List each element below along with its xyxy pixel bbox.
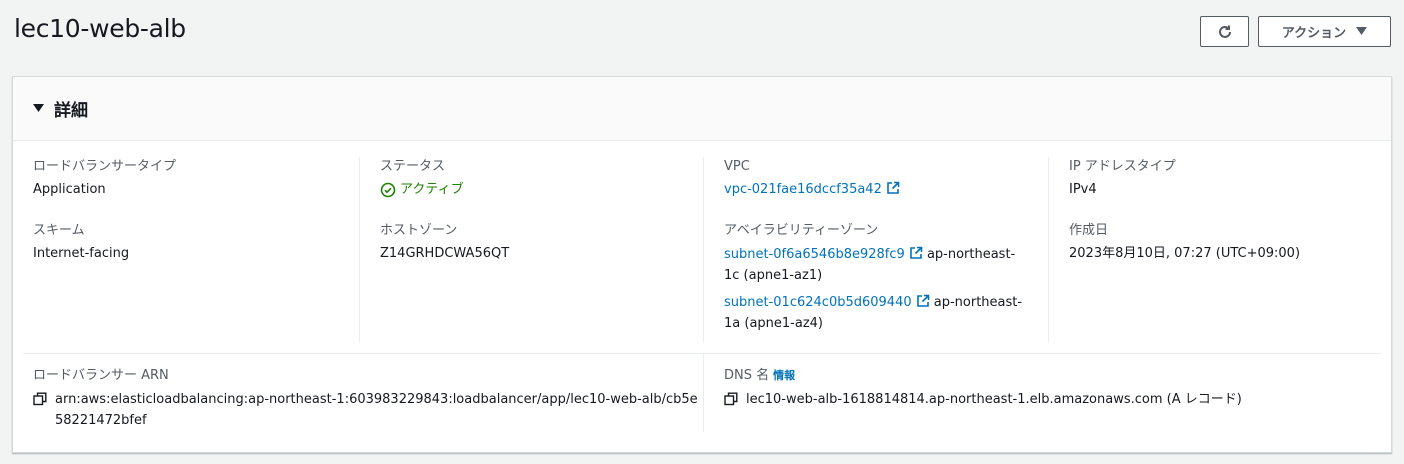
subnet-link[interactable]: subnet-0f6a6546b8e928fc9	[724, 247, 905, 262]
details-column-4: IP アドレスタイプ IPv4 作成日 2023年8月10日, 07:27 (U…	[1048, 157, 1378, 342]
hosted-zone-value: Z14GRHDCWA56QT	[380, 246, 510, 261]
details-title: 詳細	[54, 101, 88, 121]
copy-icon[interactable]	[724, 392, 738, 406]
actions-dropdown-button[interactable]: アクション	[1258, 16, 1391, 47]
external-link-icon[interactable]	[909, 246, 923, 260]
actions-label: アクション	[1281, 26, 1347, 41]
status-label: ステータス	[380, 159, 446, 174]
caret-down-icon	[1356, 27, 1368, 35]
lb-type-value: Application	[33, 182, 106, 197]
hosted-zone-field: ホストゾーン Z14GRHDCWA56QT	[380, 221, 704, 263]
details-column-2: ステータス アクティブ ホストゾーン Z14GRHDCWA56QT	[359, 157, 704, 342]
details-grid: ロードバランサータイプ Application スキーム Internet-fa…	[13, 141, 1391, 353]
status-field: ステータス アクティブ	[380, 157, 704, 199]
dns-copy-row: lec10-web-alb-1618814814.ap-northeast-1.…	[724, 389, 1383, 410]
refresh-button[interactable]	[1200, 16, 1249, 47]
created-field: 作成日 2023年8月10日, 07:27 (UTC+09:00)	[1069, 221, 1378, 263]
caret-down-icon[interactable]	[33, 104, 44, 113]
external-link-icon[interactable]	[886, 181, 900, 195]
ip-type-value: IPv4	[1069, 182, 1097, 197]
ip-type-label: IP アドレスタイプ	[1069, 159, 1176, 174]
dns-field: DNS 名情報 lec10-web-alb-1618814814.ap-nort…	[703, 354, 1383, 432]
arn-label: ロードバランサー ARN	[33, 368, 169, 383]
hosted-zone-label: ホストゾーン	[380, 223, 458, 238]
dns-value: lec10-web-alb-1618814814.ap-northeast-1.…	[746, 392, 1242, 407]
scheme-field: スキーム Internet-facing	[33, 221, 359, 263]
details-bottom-row: ロードバランサー ARN arn:aws:elasticloadbalancin…	[13, 354, 1391, 452]
ip-type-field: IP アドレスタイプ IPv4	[1069, 157, 1378, 199]
created-value: 2023年8月10日, 07:27 (UTC+09:00)	[1069, 246, 1301, 261]
subnet-item: subnet-0f6a6546b8e928fc9 ap-northeast-1c…	[724, 244, 1024, 286]
dns-label: DNS 名	[724, 368, 770, 383]
lb-type-field: ロードバランサータイプ Application	[33, 157, 359, 199]
status-text: アクティブ	[400, 182, 464, 197]
arn-field: ロードバランサー ARN arn:aws:elasticloadbalancin…	[33, 366, 703, 431]
dns-info-link[interactable]: 情報	[773, 369, 795, 382]
az-label: アベイラビリティーゾーン	[724, 223, 879, 238]
details-panel: 詳細 ロードバランサータイプ Application スキーム Internet…	[12, 76, 1392, 453]
vpc-link[interactable]: vpc-021fae16dccf35a42	[724, 182, 882, 197]
arn-copy-row: arn:aws:elasticloadbalancing:ap-northeas…	[33, 389, 703, 431]
dns-label-row: DNS 名情報	[724, 366, 1383, 385]
external-link-icon[interactable]	[916, 294, 930, 308]
arn-value: arn:aws:elasticloadbalancing:ap-northeas…	[55, 392, 698, 428]
page-title: lec10-web-alb	[14, 14, 186, 43]
vpc-field: VPC vpc-021fae16dccf35a42	[724, 157, 1048, 199]
created-label: 作成日	[1069, 223, 1109, 238]
check-circle-icon	[380, 182, 396, 197]
details-column-3: VPC vpc-021fae16dccf35a42 アベイラビリティーゾーン s…	[703, 157, 1048, 342]
scheme-value: Internet-facing	[33, 246, 130, 261]
details-header[interactable]: 詳細	[13, 77, 1391, 141]
copy-icon[interactable]	[33, 392, 47, 406]
lb-type-label: ロードバランサータイプ	[33, 159, 177, 174]
vpc-value: vpc-021fae16dccf35a42	[724, 180, 1048, 199]
scheme-label: スキーム	[33, 223, 85, 238]
vpc-label: VPC	[724, 159, 750, 174]
refresh-icon	[1218, 25, 1231, 38]
details-column-1: ロードバランサータイプ Application スキーム Internet-fa…	[33, 157, 359, 342]
status-value: アクティブ	[380, 180, 704, 199]
subnet-item: subnet-01c624c0b5d609440 ap-northeast-1a…	[724, 292, 1024, 334]
az-field: アベイラビリティーゾーン subnet-0f6a6546b8e928fc9 ap…	[724, 221, 1048, 334]
subnet-link[interactable]: subnet-01c624c0b5d609440	[724, 295, 912, 310]
